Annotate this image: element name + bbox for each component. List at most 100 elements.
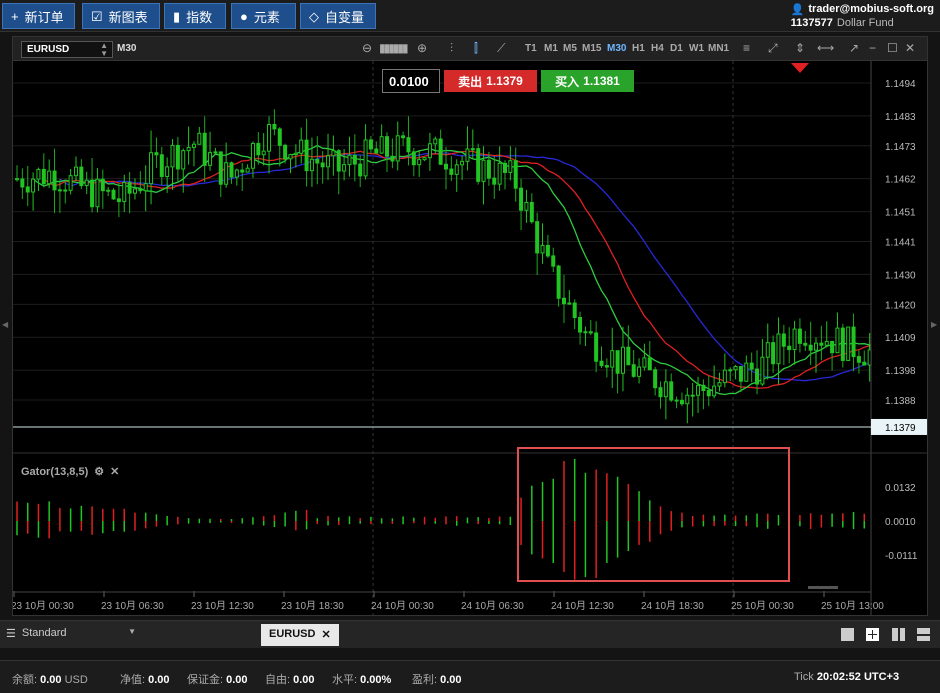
elements-button[interactable]: ● 元素 — [231, 3, 296, 29]
candle-body — [824, 340, 829, 346]
status-bar: 余额: 0.00 USD 净值: 0.00 保证金: 0.00 自由: 0.00… — [0, 660, 940, 693]
candle-body — [52, 170, 57, 191]
timeframe-m15[interactable]: M15 — [582, 43, 601, 54]
candle-body — [116, 198, 121, 203]
candles — [15, 109, 872, 424]
scroll-right-icon[interactable]: ▶ — [931, 320, 937, 329]
candle-body — [567, 302, 572, 305]
candle-body — [309, 158, 314, 172]
close-icon[interactable]: ✕ — [905, 41, 915, 55]
candle-body — [25, 186, 30, 193]
indicator-label: Gator(13,8,5) ⚙ ✕ — [21, 465, 120, 479]
timeframe-h4[interactable]: H4 — [651, 43, 664, 54]
layout-grid-icon[interactable] — [866, 628, 879, 641]
candle-body — [304, 139, 309, 172]
timeframe-w1[interactable]: W1 — [689, 43, 704, 54]
close-tab-icon[interactable]: ✕ — [321, 628, 330, 642]
detach-icon[interactable]: ↗ — [849, 41, 859, 55]
sell-button[interactable]: 卖出 1.1379 — [444, 70, 537, 92]
bar-chart-type-icon[interactable]: ⫶ — [450, 41, 453, 56]
candle-body — [556, 265, 561, 299]
timeframe-d1[interactable]: D1 — [670, 43, 683, 54]
account-info[interactable]: 👤 trader@mobius-soft.org 1137577 Dollar Fu… — [791, 2, 934, 30]
candle-body — [717, 382, 722, 387]
price-tick-label: 1.1483 — [885, 112, 916, 123]
candle-body — [610, 350, 615, 368]
candle-body — [701, 384, 706, 392]
candle-body — [830, 340, 835, 354]
candle-body — [572, 302, 577, 319]
timeframe-m1[interactable]: M1 — [544, 43, 558, 54]
candle-body — [106, 189, 111, 192]
scroll-left-icon[interactable]: ◀ — [2, 320, 8, 329]
diamond-icon: ◇ — [309, 8, 319, 24]
zoom-in-icon[interactable]: ⊕ — [417, 41, 427, 55]
candle-body — [374, 148, 379, 154]
one-click-trading: 0.0100 卖出 1.1379 买入 1.1381 — [382, 69, 634, 93]
lot-input[interactable]: 0.0100 — [382, 69, 440, 93]
layout-selector[interactable]: ☰ Standard ▼ — [6, 627, 136, 640]
candle-chart-type-icon[interactable]: ⫿ — [474, 41, 478, 56]
timeframe-mn1[interactable]: MN1 — [708, 43, 729, 54]
zoom-out-icon[interactable]: ⊖ — [362, 41, 372, 55]
tab-eurusd[interactable]: EURUSD ✕ — [261, 624, 339, 646]
candle-body — [669, 381, 674, 401]
buy-button[interactable]: 买入 1.1381 — [541, 70, 634, 92]
alligator-jaw-line — [59, 152, 871, 382]
server-time[interactable]: Tick 20:02:52 UTC+3 — [794, 671, 899, 683]
candle-body — [803, 342, 808, 346]
price-chart[interactable]: 1.1494 1.1483 1.1473 1.1462 1.1451 1.1441 1.14… — [13, 61, 927, 615]
updown-icon: ▲ ▼ — [100, 41, 108, 58]
candle-body — [454, 164, 459, 175]
candle-body — [733, 365, 738, 371]
candle-body — [449, 168, 454, 175]
candle-body — [637, 366, 642, 377]
layout-columns-icon[interactable] — [892, 628, 905, 641]
candle-body — [299, 139, 304, 154]
candle-body — [352, 154, 357, 165]
candle-body — [519, 187, 524, 211]
time-tick-label: 24 10月 12:30 — [551, 600, 614, 612]
maximize-icon[interactable]: ☐ — [887, 41, 898, 55]
chart-window: EURUSD ▲ ▼ M30 ⊖ ▮▮▮▮▮▮ ⊕ ⫶ ⫿ ⟋ ≡ ⤢ ⇕ ⟷ ↗… — [12, 36, 928, 616]
time-tick-label: 23 10月 12:30 — [191, 600, 254, 612]
candle-body — [245, 167, 250, 173]
minimize-icon[interactable]: − — [869, 41, 876, 55]
candle-body — [604, 365, 609, 368]
price-tick-label: 1.1388 — [885, 396, 916, 407]
layout-rows-icon[interactable] — [917, 628, 930, 641]
candle-body — [186, 146, 191, 152]
timeframe-t1[interactable]: T1 — [525, 43, 537, 54]
line-chart-type-icon[interactable]: ⟋ — [497, 41, 505, 56]
candle-body — [84, 179, 89, 187]
new-order-button[interactable]: + 新订单 — [2, 3, 75, 29]
remove-indicator-icon[interactable]: ✕ — [110, 465, 119, 478]
candle-body — [95, 178, 100, 208]
layout-single-icon[interactable] — [841, 628, 854, 641]
candle-body — [385, 136, 390, 157]
candle-body — [846, 326, 851, 361]
settings-icon[interactable]: ⚙ — [94, 465, 104, 478]
time-tick-label: 24 10月 00:30 — [371, 600, 434, 612]
variables-button[interactable]: ◇ 自变量 — [300, 3, 376, 29]
template-icon[interactable]: ≡ — [743, 41, 750, 55]
symbol-selector[interactable]: EURUSD ▲ ▼ — [21, 41, 113, 58]
candle-body — [658, 387, 663, 398]
crosshair-icon[interactable]: ⤢ — [768, 41, 778, 56]
timeframe-m5[interactable]: M5 — [563, 43, 577, 54]
candle-body — [31, 178, 36, 193]
timeframe-m30[interactable]: M30 — [607, 43, 626, 54]
timeframe-h1[interactable]: H1 — [632, 43, 645, 54]
time-tick-label: 23 10月 18:30 — [281, 600, 344, 612]
indicators-button[interactable]: ▮ 指数 — [164, 3, 226, 29]
candle-body — [728, 369, 733, 372]
candle-body — [73, 166, 78, 177]
candle-body — [197, 132, 202, 145]
horizontal-line-icon[interactable]: ⟷ — [817, 41, 834, 55]
new-chart-button[interactable]: ☑ 新图表 — [82, 3, 160, 29]
chart-toolbar: EURUSD ▲ ▼ M30 ⊖ ▮▮▮▮▮▮ ⊕ ⫶ ⫿ ⟋ ≡ ⤢ ⇕ ⟷ ↗… — [13, 37, 927, 61]
candle-body — [342, 164, 347, 172]
candle-body — [561, 297, 566, 305]
zoom-slider[interactable]: ▮▮▮▮▮▮ — [379, 41, 409, 55]
vertical-line-icon[interactable]: ⇕ — [795, 41, 805, 55]
